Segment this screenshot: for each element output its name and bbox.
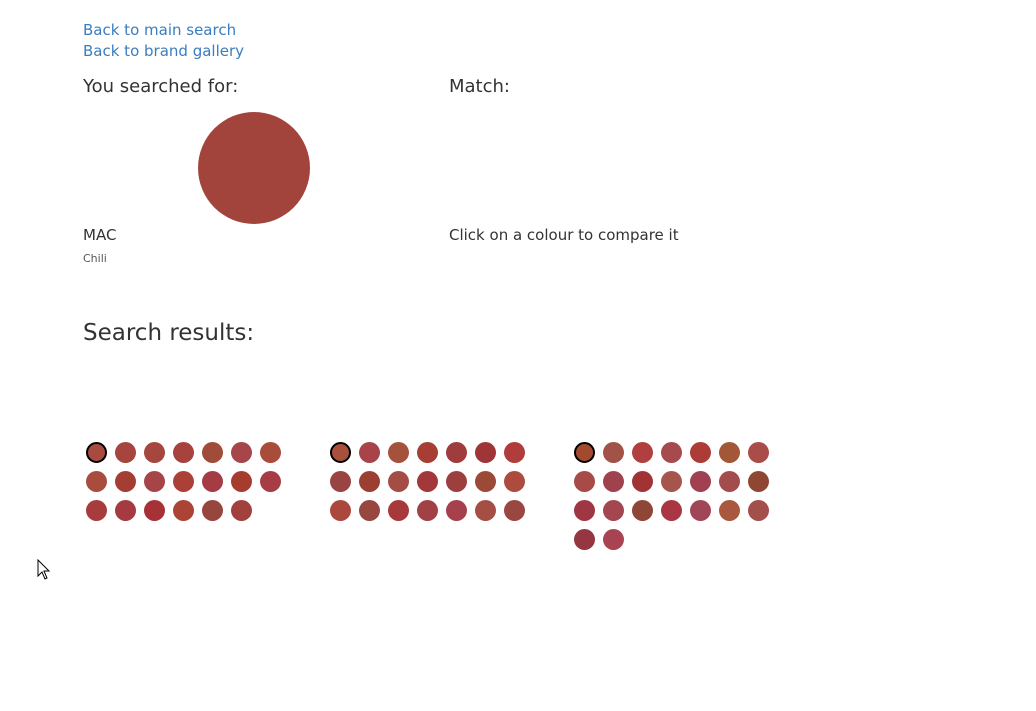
colour-swatch[interactable] (173, 442, 194, 463)
colour-swatch[interactable] (690, 500, 711, 521)
colour-swatch[interactable] (504, 471, 525, 492)
colour-swatch[interactable] (202, 442, 223, 463)
colour-swatch[interactable] (173, 471, 194, 492)
colour-swatch[interactable] (388, 500, 409, 521)
colour-swatch[interactable] (359, 471, 380, 492)
colour-swatch[interactable] (574, 529, 595, 550)
searched-heading: You searched for: (83, 76, 239, 97)
colour-swatch[interactable] (144, 500, 165, 521)
colour-swatch[interactable] (231, 471, 252, 492)
colour-swatch[interactable] (144, 471, 165, 492)
colour-swatch[interactable] (359, 500, 380, 521)
match-hint: Click on a colour to compare it (449, 226, 679, 244)
colour-swatch[interactable] (748, 500, 769, 521)
colour-swatch[interactable] (632, 442, 653, 463)
colour-swatch[interactable] (748, 442, 769, 463)
colour-swatch[interactable] (388, 442, 409, 463)
colour-swatch[interactable] (603, 471, 624, 492)
colour-swatch[interactable] (446, 442, 467, 463)
colour-swatch[interactable] (231, 442, 252, 463)
colour-swatch[interactable] (330, 500, 351, 521)
colour-swatch[interactable] (144, 442, 165, 463)
colour-swatch[interactable] (504, 442, 525, 463)
colour-swatch[interactable] (748, 471, 769, 492)
colour-swatch[interactable] (475, 471, 496, 492)
colour-swatch[interactable] (603, 529, 624, 550)
search-results-heading: Search results: (83, 320, 255, 346)
colour-swatch[interactable] (202, 500, 223, 521)
colour-swatch[interactable] (475, 500, 496, 521)
colour-swatch[interactable] (690, 442, 711, 463)
colour-swatch[interactable] (417, 471, 438, 492)
back-to-main-search-link[interactable]: Back to main search (83, 21, 236, 39)
colour-swatch[interactable] (173, 500, 194, 521)
brand-name: MAC (83, 226, 117, 244)
colour-swatch[interactable] (574, 442, 595, 463)
colour-swatch[interactable] (719, 471, 740, 492)
result-group-1 (86, 442, 296, 521)
colour-swatch[interactable] (359, 442, 380, 463)
colour-swatch[interactable] (115, 442, 136, 463)
result-group-3 (574, 442, 784, 550)
colour-swatch[interactable] (446, 471, 467, 492)
colour-swatch[interactable] (388, 471, 409, 492)
mouse-cursor-icon (37, 559, 51, 580)
searched-colour-swatch (198, 112, 310, 224)
colour-swatch[interactable] (504, 500, 525, 521)
back-to-brand-gallery-link[interactable]: Back to brand gallery (83, 42, 244, 60)
colour-swatch[interactable] (417, 500, 438, 521)
colour-swatch[interactable] (330, 442, 351, 463)
match-heading: Match: (449, 76, 510, 97)
colour-swatch[interactable] (632, 471, 653, 492)
colour-swatch[interactable] (330, 471, 351, 492)
colour-swatch[interactable] (661, 442, 682, 463)
colour-swatch[interactable] (661, 500, 682, 521)
colour-swatch[interactable] (86, 442, 107, 463)
colour-swatch[interactable] (475, 442, 496, 463)
colour-swatch[interactable] (115, 500, 136, 521)
colour-swatch[interactable] (231, 500, 252, 521)
colour-swatch[interactable] (115, 471, 136, 492)
shade-name: Chili (83, 252, 107, 265)
colour-swatch[interactable] (719, 442, 740, 463)
result-group-2 (330, 442, 540, 521)
colour-swatch[interactable] (603, 442, 624, 463)
colour-swatch[interactable] (446, 500, 467, 521)
colour-swatch[interactable] (719, 500, 740, 521)
colour-swatch[interactable] (690, 471, 711, 492)
colour-swatch[interactable] (86, 500, 107, 521)
colour-swatch[interactable] (574, 500, 595, 521)
colour-swatch[interactable] (603, 500, 624, 521)
colour-swatch[interactable] (260, 442, 281, 463)
colour-swatch[interactable] (417, 442, 438, 463)
colour-swatch[interactable] (86, 471, 107, 492)
colour-swatch[interactable] (632, 500, 653, 521)
colour-swatch[interactable] (202, 471, 223, 492)
colour-swatch[interactable] (574, 471, 595, 492)
colour-swatch[interactable] (661, 471, 682, 492)
colour-swatch[interactable] (260, 471, 281, 492)
